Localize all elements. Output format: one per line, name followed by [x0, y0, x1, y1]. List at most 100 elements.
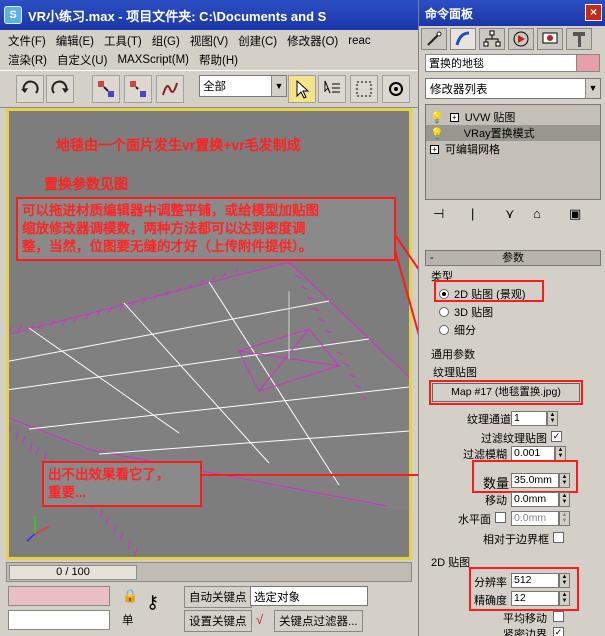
menu-help[interactable]: 帮助(H) — [199, 52, 238, 68]
unlink-button[interactable] — [124, 75, 152, 103]
timeline[interactable]: 0 / 100 — [6, 562, 412, 582]
menu-create[interactable]: 创建(C) — [238, 33, 277, 49]
spinner-arrows-icon[interactable]: ▲ ▼ — [547, 411, 558, 426]
command-panel: 命令面板 × 置换的地毯 修改器列表 ▼ 💡 + UVW 贴图 💡 VRay置换… — [418, 0, 605, 636]
auto-key-button[interactable]: 自动关键点 — [184, 586, 252, 608]
selection-filter-dropdown[interactable]: 全部 ▼ — [199, 75, 287, 97]
water-level-checkbox[interactable] — [495, 512, 506, 523]
lock-icon[interactable]: 🔒 — [122, 588, 138, 604]
water-level-spinner[interactable]: 0.0mm ▲ ▼ — [511, 511, 570, 526]
single-label: 单 — [122, 615, 134, 627]
radio-dot — [439, 325, 449, 335]
motion-icon — [513, 31, 529, 47]
menu-customize[interactable]: 自定义(U) — [57, 52, 107, 68]
tab-hierarchy[interactable] — [479, 28, 505, 50]
maxscript-listener-mini[interactable] — [8, 586, 110, 606]
window-crossing-button[interactable] — [382, 75, 410, 103]
hierarchy-icon — [483, 30, 501, 47]
object-color-swatch[interactable] — [576, 54, 600, 72]
collapse-icon: - — [430, 252, 434, 264]
shift-spinner[interactable]: 0.0mm ▲ ▼ — [511, 492, 570, 507]
prompt-field[interactable] — [8, 610, 110, 630]
smooth-checkbox[interactable] — [553, 611, 564, 622]
expand-icon[interactable]: + — [449, 112, 459, 122]
rect-region-icon — [356, 81, 372, 97]
spinner-arrows-icon[interactable]: ▲ ▼ — [555, 446, 566, 461]
expand-icon[interactable]: + — [430, 144, 439, 154]
configure-sets-icon[interactable]: ▣ — [569, 206, 581, 222]
menu-edit[interactable]: 编辑(E) — [56, 33, 94, 49]
menu-bar-row1: 文件(F) 编辑(E) 工具(T) 组(G) 视图(V) 创建(C) 修改器(O… — [0, 31, 418, 50]
tight-bounds-label: 紧密边界 — [503, 629, 547, 636]
radio-3d-map[interactable]: 3D 贴图 — [439, 304, 493, 320]
map2d-group-label: 2D 贴图 — [431, 557, 471, 569]
redo-button[interactable] — [46, 75, 74, 103]
remove-modifier-icon[interactable]: ⌂ — [533, 206, 541, 221]
chevron-down-icon: ▼ — [271, 76, 286, 96]
perspective-viewport[interactable]: 地毯由一个面片发生vr置换+vr毛发制成 置换参数见图 可以拖进材质编辑器中调整… — [6, 108, 412, 560]
tex-channel-value: 1 — [514, 412, 520, 424]
modifier-stack[interactable]: 💡 + UVW 贴图 💡 VRay置换模式 + 可编辑网格 — [425, 104, 601, 200]
menu-modifiers[interactable]: 修改器(O) — [287, 33, 338, 49]
command-panel-title-bar: 命令面板 × — [419, 0, 605, 26]
bind-space-warp-button[interactable] — [156, 75, 184, 103]
select-object-button[interactable] — [288, 75, 316, 103]
key-filters-button[interactable]: 关键点过滤器... — [274, 610, 363, 632]
chevron-down-icon: ▼ — [585, 79, 600, 98]
menu-render[interactable]: 渲染(R) — [8, 52, 47, 68]
parameters-rollout-header[interactable]: - 参数 — [425, 250, 601, 266]
modifier-list-dropdown[interactable]: 修改器列表 ▼ — [425, 78, 601, 99]
select-by-name-button[interactable] — [318, 75, 346, 103]
annotation-box-important: 出不出效果看它了， 重要... — [42, 461, 202, 507]
radio-dot — [439, 307, 449, 317]
highlight-2d-map — [434, 280, 544, 302]
relative-bbox-checkbox[interactable] — [553, 532, 564, 543]
lightbulb-icon: 💡 — [430, 127, 444, 140]
display-icon — [542, 32, 558, 44]
texmap-label: 纹理贴图 — [433, 367, 477, 379]
key-icon[interactable]: ⚷ — [146, 592, 159, 613]
shift-value: 0.0mm — [514, 493, 547, 505]
highlight-amount — [472, 460, 578, 493]
time-slider[interactable]: 0 / 100 — [9, 565, 137, 580]
stack-item-vray-displacement[interactable]: 💡 VRay置换模式 — [426, 125, 600, 141]
link-button[interactable] — [92, 75, 120, 103]
modifier-list-value: 修改器列表 — [430, 84, 488, 96]
spinner-arrows-icon[interactable]: ▲ ▼ — [559, 511, 570, 526]
tab-motion[interactable] — [508, 28, 534, 50]
annotation-box-tiling: 可以拖进材质编辑器中调整平铺，或给模型加贴图 缩放修改器调模数，两种方法都可以达… — [16, 197, 396, 261]
show-end-result-icon[interactable]: | — [471, 206, 474, 221]
set-key-button[interactable]: 设置关键点 — [184, 610, 252, 632]
tab-display[interactable] — [537, 28, 563, 50]
tab-utilities[interactable] — [566, 28, 592, 50]
spinner-arrows-icon[interactable]: ▲ ▼ — [559, 492, 570, 507]
object-name-field[interactable]: 置换的地毯 — [425, 54, 595, 72]
radio-subdivision[interactable]: 细分 — [439, 322, 476, 338]
stack-item-uvw-map[interactable]: 💡 + UVW 贴图 — [426, 109, 600, 125]
menu-view[interactable]: 视图(V) — [190, 33, 228, 49]
bind-icon — [162, 82, 178, 96]
undo-button[interactable] — [16, 75, 44, 103]
water-level-value: 0.0mm — [514, 512, 547, 524]
stack-item-editable-mesh[interactable]: + 可编辑网格 — [426, 141, 600, 157]
key-mode-dropdown[interactable]: 选定对象 — [250, 586, 368, 606]
tab-create[interactable] — [421, 28, 447, 50]
rect-region-button[interactable] — [350, 75, 378, 103]
hammer-icon — [573, 32, 585, 47]
filter-texmap-checkbox[interactable]: ✓ — [551, 431, 562, 442]
menu-maxscript[interactable]: MAXScript(M) — [117, 54, 189, 66]
close-icon[interactable]: × — [585, 4, 602, 21]
annotation-line: 重要... — [48, 485, 87, 500]
menu-tools[interactable]: 工具(T) — [104, 33, 142, 49]
pin-stack-icon[interactable]: ⊣ — [433, 206, 444, 222]
annotation-line: 出不出效果看它了， — [48, 467, 170, 482]
filter-blur-spinner[interactable]: 0.001 ▲ ▼ — [511, 446, 566, 461]
menu-group[interactable]: 组(G) — [152, 33, 180, 49]
tab-modify[interactable] — [450, 28, 476, 50]
menu-reactor[interactable]: reac — [348, 35, 370, 47]
unlink-icon — [130, 81, 146, 97]
menu-file[interactable]: 文件(F) — [8, 33, 46, 49]
make-unique-icon[interactable]: ⋎ — [505, 206, 515, 222]
tight-bounds-checkbox[interactable]: ✓ — [553, 627, 564, 636]
tex-channel-spinner[interactable]: 1 ▲ ▼ — [511, 411, 558, 426]
